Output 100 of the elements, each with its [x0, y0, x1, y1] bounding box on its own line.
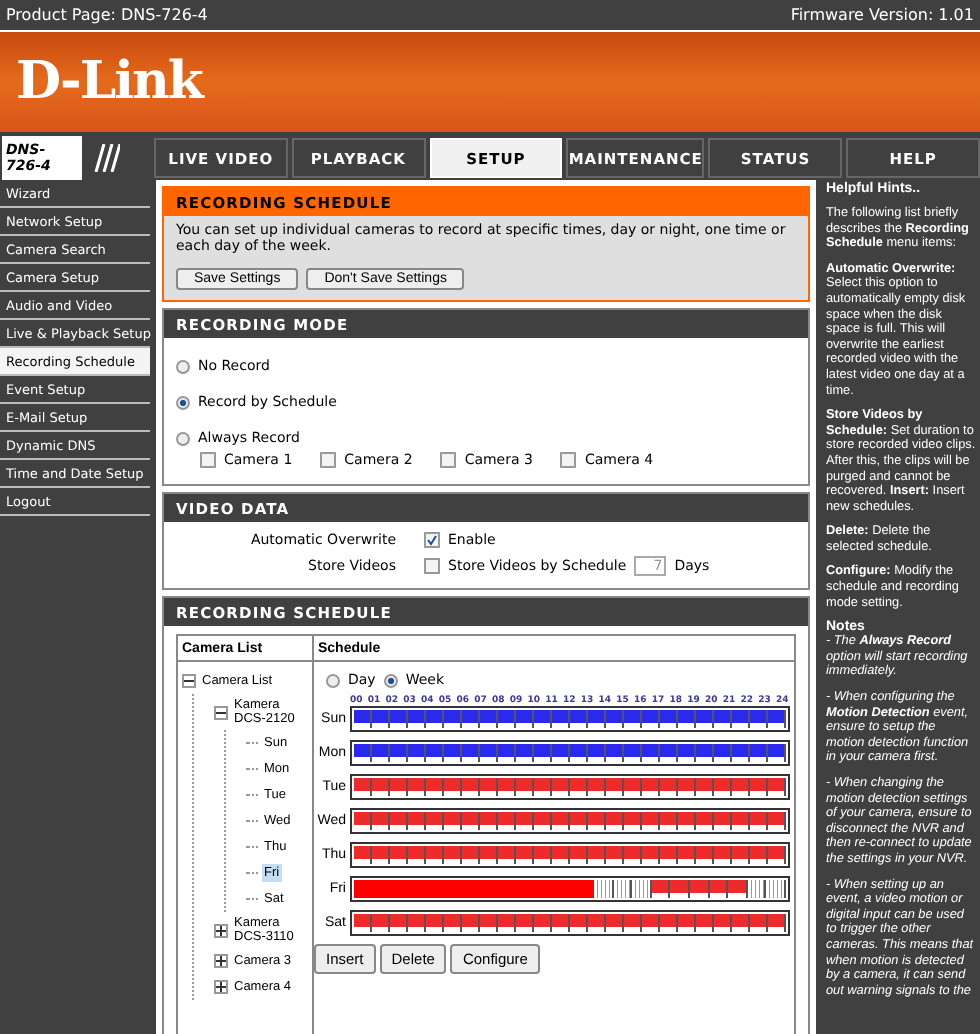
hour-slot[interactable] — [426, 778, 444, 796]
hour-slot[interactable] — [408, 812, 426, 830]
hour-slot[interactable] — [372, 846, 390, 864]
hour-slot[interactable] — [750, 744, 768, 762]
hour-slot[interactable] — [732, 778, 750, 796]
hour-slot[interactable] — [678, 846, 696, 864]
hour-slot[interactable] — [534, 914, 552, 932]
hour-slot[interactable] — [670, 880, 690, 898]
checkbox[interactable] — [560, 452, 577, 468]
hour-slot[interactable] — [606, 778, 624, 796]
day-timeline[interactable] — [350, 910, 790, 936]
hour-slot[interactable] — [588, 710, 606, 728]
hour-slot[interactable] — [534, 812, 552, 830]
hour-slot[interactable] — [534, 778, 552, 796]
hour-slot[interactable] — [606, 914, 624, 932]
hour-slot[interactable] — [613, 880, 633, 898]
hour-slot[interactable] — [444, 914, 462, 932]
hour-slot[interactable] — [732, 914, 750, 932]
hour-slot[interactable] — [498, 710, 516, 728]
hour-slot[interactable] — [498, 812, 516, 830]
expand-toggle[interactable] — [214, 954, 228, 968]
hour-slot[interactable] — [390, 914, 408, 932]
hour-slot[interactable] — [768, 846, 786, 864]
hour-slot[interactable] — [372, 812, 390, 830]
hour-slot[interactable] — [408, 846, 426, 864]
hour-slot[interactable] — [480, 812, 498, 830]
hour-slot[interactable] — [462, 778, 480, 796]
hour-slot[interactable] — [768, 744, 786, 762]
hour-slot[interactable] — [747, 880, 767, 898]
hour-slot[interactable] — [624, 914, 642, 932]
hour-slot[interactable] — [462, 710, 480, 728]
hour-slot[interactable] — [354, 846, 372, 864]
hour-slot[interactable] — [624, 846, 642, 864]
hour-slot[interactable] — [372, 778, 390, 796]
hour-slot[interactable] — [642, 710, 660, 728]
hour-slot[interactable] — [660, 846, 678, 864]
hour-slot[interactable] — [516, 846, 534, 864]
hour-slot[interactable] — [606, 710, 624, 728]
checkbox[interactable] — [440, 452, 457, 468]
hour-slot[interactable] — [624, 744, 642, 762]
hour-slot[interactable] — [660, 812, 678, 830]
day-timeline[interactable] — [350, 808, 790, 834]
hour-slot[interactable] — [660, 914, 678, 932]
checkbox[interactable] — [320, 452, 337, 468]
hour-slot[interactable] — [714, 710, 732, 728]
hour-slot[interactable] — [750, 710, 768, 728]
hour-slot[interactable] — [408, 778, 426, 796]
hour-slot[interactable] — [732, 710, 750, 728]
hour-slot[interactable] — [588, 846, 606, 864]
hour-slot[interactable] — [354, 812, 372, 830]
hour-slot[interactable] — [606, 846, 624, 864]
hour-slot[interactable] — [709, 880, 729, 898]
hour-slot[interactable] — [678, 812, 696, 830]
hour-slot[interactable] — [552, 846, 570, 864]
hour-slot[interactable] — [750, 914, 768, 932]
hour-slot[interactable] — [588, 914, 606, 932]
hour-slot[interactable] — [498, 744, 516, 762]
hour-slot[interactable] — [732, 812, 750, 830]
day-timeline[interactable] — [350, 706, 790, 732]
hour-slot[interactable] — [426, 744, 444, 762]
hour-slot[interactable] — [480, 778, 498, 796]
hour-slot[interactable] — [552, 710, 570, 728]
hour-slot[interactable] — [570, 812, 588, 830]
hour-slot[interactable] — [534, 846, 552, 864]
hour-slot[interactable] — [606, 744, 624, 762]
radio-button[interactable] — [176, 395, 190, 409]
hour-slot[interactable] — [390, 744, 408, 762]
hour-slot[interactable] — [480, 744, 498, 762]
hour-slot[interactable] — [714, 914, 732, 932]
hour-slot[interactable] — [696, 846, 714, 864]
hour-slot[interactable] — [588, 744, 606, 762]
hour-slot[interactable] — [498, 778, 516, 796]
hour-slot[interactable] — [689, 880, 710, 898]
hour-slot[interactable] — [642, 846, 660, 864]
hour-slot[interactable] — [732, 846, 750, 864]
hour-slot[interactable] — [768, 812, 786, 830]
hour-slot[interactable] — [642, 778, 660, 796]
checkbox[interactable] — [424, 558, 440, 574]
hour-slot[interactable] — [552, 812, 570, 830]
hour-slot[interactable] — [660, 710, 678, 728]
hour-slot[interactable] — [570, 846, 588, 864]
hour-slot[interactable] — [696, 710, 714, 728]
hour-slot[interactable] — [408, 914, 426, 932]
hour-slot[interactable] — [516, 744, 534, 762]
hour-slot[interactable] — [444, 710, 462, 728]
expand-toggle[interactable] — [214, 923, 228, 937]
hour-slot[interactable] — [354, 778, 372, 796]
hour-slot[interactable] — [732, 744, 750, 762]
hour-slot[interactable] — [766, 880, 786, 898]
hour-slot[interactable] — [660, 778, 678, 796]
day-timeline[interactable] — [350, 876, 790, 902]
radio-button[interactable] — [383, 673, 398, 687]
hour-slot[interactable] — [354, 744, 372, 762]
collapse-toggle[interactable] — [182, 674, 196, 688]
hour-slot[interactable] — [444, 846, 462, 864]
hour-slot[interactable] — [372, 744, 390, 762]
hour-slot[interactable] — [714, 846, 732, 864]
hour-slot[interactable] — [462, 914, 480, 932]
hour-slot[interactable] — [516, 778, 534, 796]
hour-slot[interactable] — [624, 710, 642, 728]
